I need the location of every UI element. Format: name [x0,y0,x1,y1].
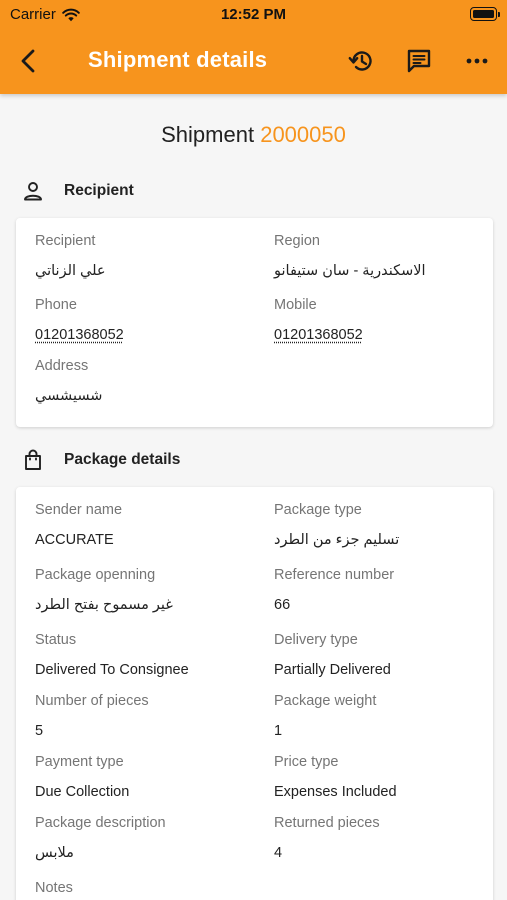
price-type-field: Price type Expenses Included [274,752,494,803]
app-bar: Carrier 12:52 PM Shipment details [0,0,507,94]
back-button[interactable] [14,46,44,76]
field-label: Package openning [35,567,156,583]
page-title: Shipment details [88,47,268,72]
package-section-title: Package details [64,451,181,468]
field-label: Package type [274,502,362,518]
field-label: Package description [35,815,166,831]
battery-icon [470,7,500,21]
recipient-card: Recipient علي الزناتي Region الاسكندرية … [16,218,493,427]
field-label: Address [35,358,89,374]
messages-button[interactable] [403,45,435,77]
status-bar: Carrier 12:52 PM [0,0,507,30]
field-value: علي الزناتي [35,263,106,279]
payment-type-field: Payment type Due Collection [35,752,255,803]
field-label: Status [35,632,77,648]
field-value: Partially Delivered [274,662,391,678]
recipient-section-header: Recipient [22,177,134,205]
delivery-type-field: Delivery type Partially Delivered [274,630,494,681]
field-value: تسليم جزء من الطرد [274,532,400,548]
field-value: 1 [274,723,283,739]
region-field: Region الاسكندرية - سان ستيفانو [274,231,494,282]
field-value: غير مسموح بفتح الطرد [35,597,173,613]
field-value: 4 [274,845,283,861]
more-options-button[interactable] [461,45,493,77]
package-card: Sender name ACCURATE Package type تسليم … [16,487,493,900]
shipment-heading: Shipment 2000050 [0,122,507,148]
sender-name-field: Sender name ACCURATE [35,500,255,551]
reference-number-field: Reference number 66 [274,565,494,616]
recipient-section-title: Recipient [64,182,134,199]
field-label: Number of pieces [35,693,149,709]
package-description-field: Package description ملابس [35,813,255,864]
returned-pieces-field: Returned pieces 4 [274,813,494,864]
field-label: Payment type [35,754,124,770]
mobile-field: Mobile 01201368052 [274,295,494,346]
field-label: Returned pieces [274,815,380,831]
field-label: Price type [274,754,339,770]
status-time: 12:52 PM [220,6,287,23]
field-label: Region [274,233,320,249]
field-value: شسيشسي [35,388,103,404]
field-label: Mobile [274,297,317,313]
history-button[interactable] [345,45,377,77]
field-value: 5 [35,723,44,739]
shipment-number: 2000050 [260,122,346,147]
field-value: Delivered To Consignee [35,662,189,678]
shopping-bag-icon [22,449,44,471]
package-opening-field: Package openning غير مسموح بفتح الطرد [35,565,255,616]
recipient-field: Recipient علي الزناتي [35,231,255,282]
back-arrow-icon [21,49,35,73]
number-of-pieces-field: Number of pieces 5 [35,691,255,742]
field-label: Delivery type [274,632,358,648]
shipment-prefix: Shipment [161,122,255,147]
mobile-link[interactable]: 01201368052 [274,324,494,346]
status-field: Status Delivered To Consignee [35,630,255,681]
message-icon [407,49,431,73]
package-section-header: Package details [22,446,180,474]
field-value: الاسكندرية - سان ستيفانو [274,263,426,279]
phone-field: Phone 01201368052 [35,295,255,346]
more-icon [466,58,488,64]
package-weight-field: Package weight 1 [274,691,494,742]
field-value: ACCURATE [35,532,114,548]
field-label: Reference number [274,567,395,583]
field-value: ملابس [35,845,74,861]
field-label: Package weight [274,693,377,709]
field-label: Sender name [35,502,123,518]
notes-field: Notes [35,878,255,898]
field-value: Due Collection [35,784,130,800]
scroll-content[interactable]: Shipment 2000050 Recipient Recipient علي… [0,94,507,900]
field-label: Phone [35,297,77,313]
package-type-field: Package type تسليم جزء من الطرد [274,500,494,551]
field-label: Notes [35,880,73,896]
address-field: Address شسيشسي [35,356,255,407]
navigation-bar: Shipment details [0,36,507,84]
phone-link[interactable]: 01201368052 [35,324,255,346]
history-icon [348,51,372,71]
field-value: 66 [274,597,291,613]
field-value: Expenses Included [274,784,397,800]
person-icon [22,180,44,202]
field-label: Recipient [35,233,96,249]
